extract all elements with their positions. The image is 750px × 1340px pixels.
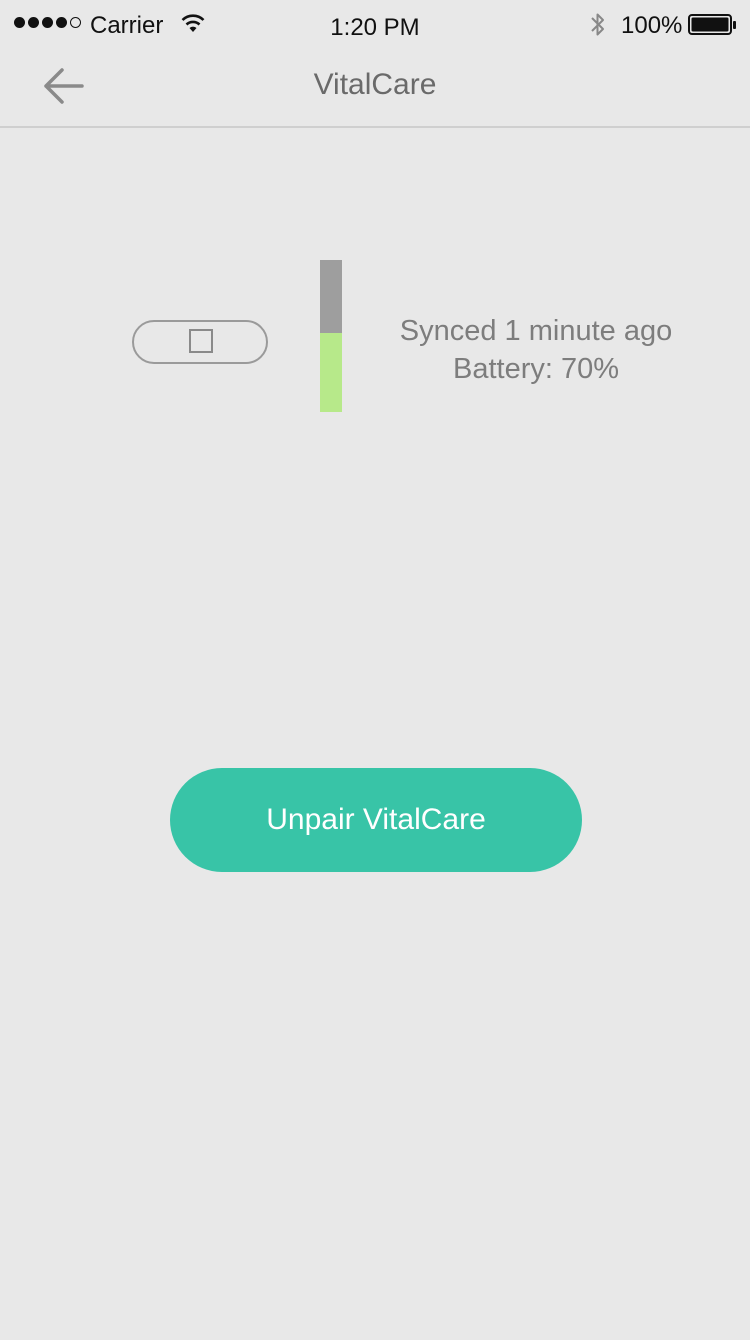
- battery-level-bar: [320, 260, 342, 412]
- status-bar: Carrier 1:20 PM 100%: [0, 0, 750, 52]
- wearable-band-icon: [132, 320, 268, 364]
- device-status: Synced 1 minute ago Battery: 70%: [360, 312, 712, 388]
- bluetooth-icon: [588, 10, 608, 47]
- sync-status-text: Synced 1 minute ago: [399, 315, 673, 347]
- battery-percent: 100%: [621, 12, 683, 39]
- navigation-bar: VitalCare: [0, 52, 750, 128]
- unpair-button[interactable]: Unpair VitalCare: [170, 768, 582, 872]
- battery-status-text: Battery: 70%: [452, 353, 620, 385]
- battery-icon: [688, 14, 738, 43]
- device-button-icon: [189, 329, 213, 353]
- battery-level-fill: [320, 333, 342, 412]
- page-title: VitalCare: [313, 68, 437, 101]
